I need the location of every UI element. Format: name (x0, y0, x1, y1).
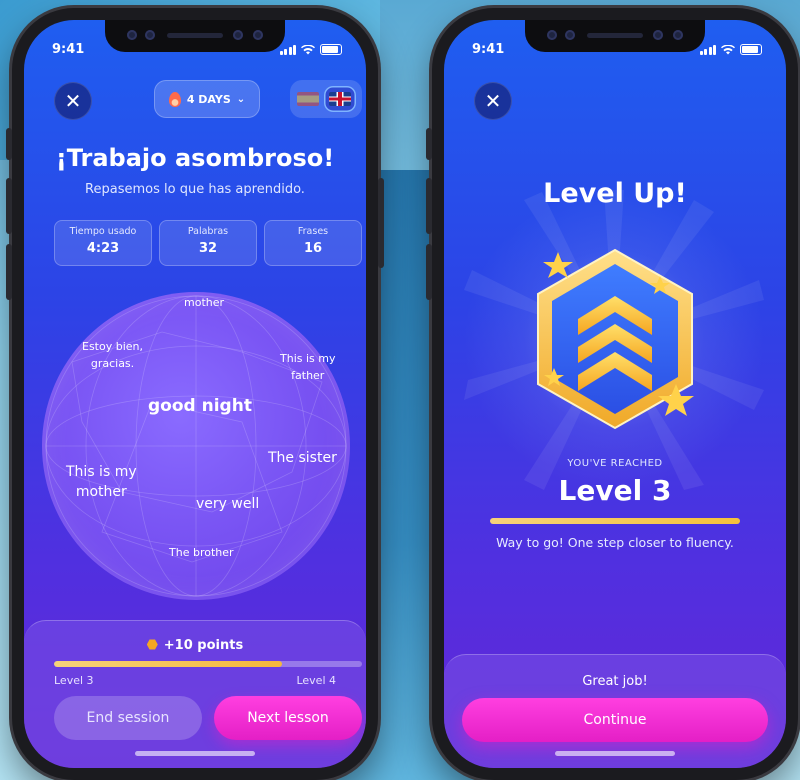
stat-value: 32 (198, 241, 218, 256)
level-progress-bar (490, 518, 740, 524)
uk-flag-icon (328, 92, 351, 106)
home-indicator (135, 751, 255, 756)
wifi-icon (301, 45, 315, 55)
word-bubble: good night (148, 396, 252, 416)
language-option-english[interactable] (323, 86, 356, 112)
word-bubble: This is my mother (66, 464, 137, 500)
stat-label: Tiempo usado (69, 226, 137, 237)
level-up-title: Level Up! (543, 178, 687, 209)
level-progress-bar (54, 661, 362, 667)
stat-card-words: Palabras 32 (159, 220, 257, 266)
chevron-down-icon: ⌄ (236, 93, 246, 105)
level-label: Level 3 (558, 474, 672, 507)
status-bar: 9:41 (52, 42, 342, 58)
word-bubble: The brother (169, 546, 234, 559)
next-lesson-button[interactable]: Next lesson (214, 696, 362, 740)
battery-icon (320, 44, 342, 55)
word-bubble: The sister (268, 450, 337, 466)
points-label: +10 points (163, 638, 244, 653)
phone-side-button (6, 244, 12, 300)
word-bubble: Estoy bien, gracias. (82, 340, 144, 370)
phone-lesson-summary: 9:41 ✕ 4 DAYS ⌄ ¡Trabajo asombroso! Repa… (6, 8, 384, 780)
page-title: ¡Trabajo asombroso! (55, 144, 335, 172)
stat-label: Palabras (187, 226, 229, 237)
level-progress-fill (490, 518, 740, 524)
word-bubble: very well (196, 496, 260, 512)
end-session-button[interactable]: End session (54, 696, 202, 740)
hexagon-coin-icon (146, 639, 158, 650)
phone-level-up: 9:41 ✕ Level Up! YOU'VE REACHED Level 3 … (426, 8, 798, 780)
flame-icon (168, 91, 181, 107)
close-icon: ✕ (64, 89, 82, 113)
phone-side-button (378, 178, 384, 268)
next-level-label: Level 4 (296, 674, 336, 687)
level-up-screen: 9:41 ✕ Level Up! YOU'VE REACHED Level 3 … (444, 20, 786, 768)
battery-icon (740, 44, 762, 55)
level-badge-icon (537, 248, 694, 430)
language-option-spanish[interactable] (296, 92, 319, 106)
word-bubble: mother (184, 296, 225, 309)
streak-dropdown[interactable]: 4 DAYS ⌄ (154, 80, 260, 118)
phone-side-button (6, 178, 12, 234)
status-time: 9:41 (472, 42, 505, 57)
lesson-summary-screen: 9:41 ✕ 4 DAYS ⌄ ¡Trabajo asombroso! Repa… (24, 20, 366, 768)
reached-label: YOU'VE REACHED (567, 458, 663, 469)
continue-button[interactable]: Continue (462, 698, 768, 742)
stat-value: 16 (303, 241, 323, 256)
current-level-label: Level 3 (54, 674, 94, 687)
close-icon: ✕ (484, 89, 502, 113)
stat-card-time: Tiempo usado 4:23 (54, 220, 152, 266)
phone-side-button (6, 128, 12, 160)
phone-side-button (426, 128, 432, 160)
level-progress-fill (54, 661, 282, 667)
home-indicator (555, 751, 675, 756)
encouragement-message: Way to go! One step closer to fluency. (496, 535, 734, 550)
status-time: 9:41 (52, 42, 85, 57)
close-button[interactable]: ✕ (474, 82, 512, 120)
language-toggle[interactable] (290, 80, 362, 118)
stat-value: 4:23 (86, 241, 120, 256)
points-earned: +10 points (24, 638, 366, 653)
phone-side-button (426, 178, 432, 234)
phone-side-button (426, 244, 432, 300)
signal-icon (699, 45, 716, 55)
great-job-text: Great job! (582, 674, 648, 689)
word-bubble: This is my father (280, 352, 336, 382)
stat-label: Frases (297, 226, 329, 237)
streak-label: 4 DAYS (186, 92, 231, 106)
page-subtitle: Repasemos lo que has aprendido. (85, 182, 305, 197)
status-bar: 9:41 (472, 42, 762, 58)
signal-icon (279, 45, 296, 55)
close-button[interactable]: ✕ (54, 82, 92, 120)
wifi-icon (721, 45, 735, 55)
stat-card-phrases: Frases 16 (264, 220, 362, 266)
spain-flag-icon (296, 92, 319, 106)
